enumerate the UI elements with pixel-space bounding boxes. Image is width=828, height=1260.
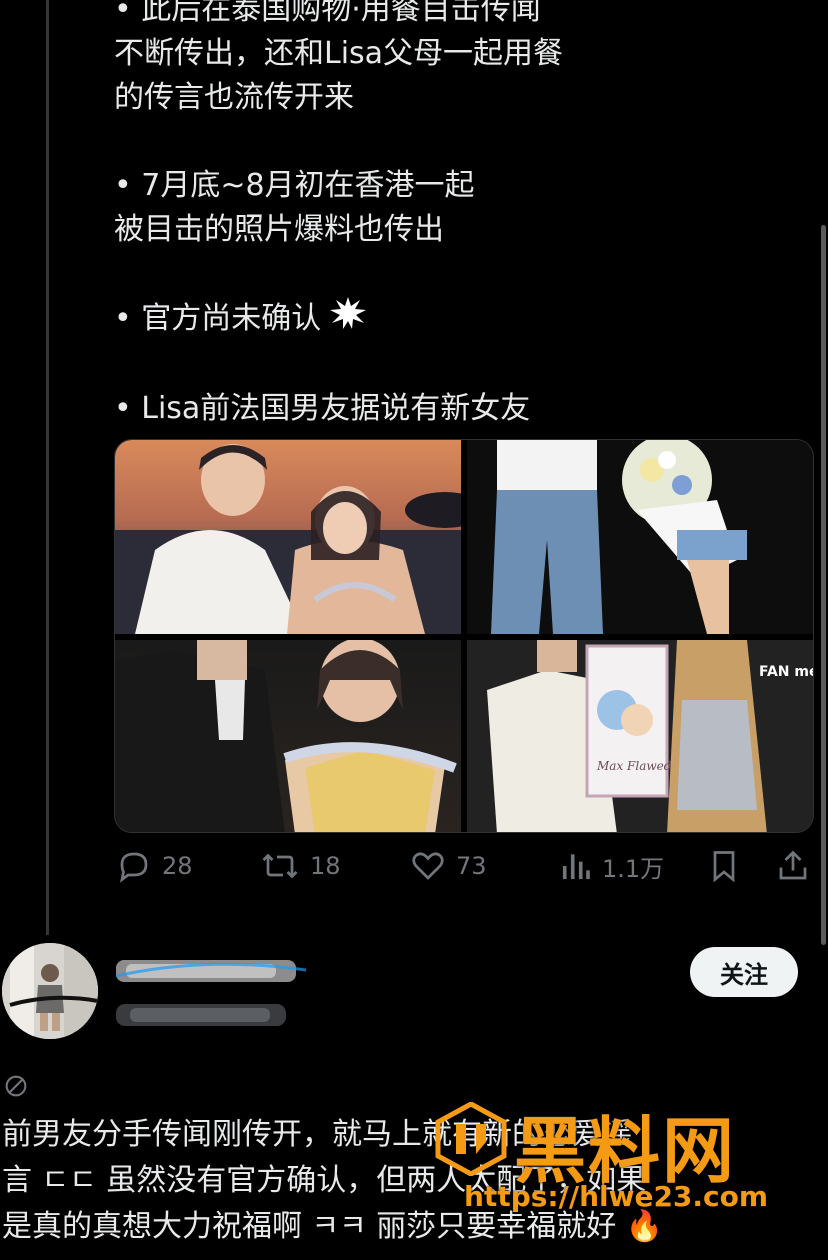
reply-icon bbox=[119, 852, 148, 883]
repost-count: 18 bbox=[310, 852, 341, 880]
heart-icon bbox=[412, 852, 444, 880]
tweet-paragraph: • Lisa前法国男友据说有新女友 bbox=[114, 391, 531, 426]
share-icon bbox=[779, 850, 807, 880]
tweet-paragraph: • 官方尚未确认 bbox=[114, 296, 714, 343]
photo-fanmeetup[interactable]: Max Flawed Gy FAN meetup bbox=[467, 640, 813, 832]
views-chart-icon bbox=[562, 854, 590, 880]
watermark-logo-icon bbox=[435, 1102, 507, 1176]
tweet-paragraph: • 此后在泰国购物·用餐目击传闻 不断传出，还和Lisa父母一起用餐 的传言也流… bbox=[114, 0, 564, 115]
share-action[interactable] bbox=[776, 848, 810, 884]
scrollbar[interactable] bbox=[821, 225, 826, 945]
photo-couple-bouquet[interactable] bbox=[467, 440, 813, 634]
tweet-media-grid[interactable]: Max Flawed Gy FAN meetup bbox=[114, 439, 814, 833]
follow-button[interactable]: 关注 bbox=[690, 947, 798, 997]
bookmark-action[interactable] bbox=[708, 848, 740, 884]
tweet-body: • 此后在泰国购物·用餐目击传闻 不断传出，还和Lisa父母一起用餐 的传言也流… bbox=[114, 0, 714, 431]
starburst-icon bbox=[329, 296, 367, 343]
repost-icon bbox=[262, 853, 298, 879]
photo-couple-beach[interactable] bbox=[115, 440, 461, 634]
watermark-url: https://hlwe23.com bbox=[464, 1180, 769, 1213]
reply-count: 28 bbox=[162, 852, 193, 880]
display-name-redacted[interactable] bbox=[115, 956, 307, 986]
avatar[interactable] bbox=[2, 943, 98, 1039]
photo-couple-event[interactable] bbox=[115, 640, 461, 832]
views-action[interactable]: 1.1万 bbox=[560, 848, 664, 884]
repost-action[interactable]: 18 bbox=[260, 848, 341, 884]
tweet-paragraph: • 7月底~8月初在香港一起 被目击的照片爆料也传出 bbox=[114, 168, 475, 247]
translate-icon[interactable] bbox=[2, 1072, 30, 1104]
watermark: 黑料网 https://hlwe23.com bbox=[434, 1098, 828, 1218]
like-action[interactable]: 73 bbox=[410, 848, 487, 884]
bookmark-icon bbox=[713, 851, 735, 883]
views-count: 1.1万 bbox=[602, 854, 665, 883]
tweet-paragraph-text: • 官方尚未确认 bbox=[114, 301, 322, 336]
backdrop-caption: FAN meetup bbox=[759, 664, 813, 680]
reply-header: 关注 bbox=[0, 940, 828, 1050]
thread-connector-line bbox=[46, 0, 49, 935]
tweet-action-bar: 28 18 73 1.1万 bbox=[114, 848, 814, 892]
like-count: 73 bbox=[456, 852, 487, 880]
username-redacted[interactable] bbox=[116, 998, 296, 1030]
reply-action[interactable]: 28 bbox=[116, 848, 193, 884]
